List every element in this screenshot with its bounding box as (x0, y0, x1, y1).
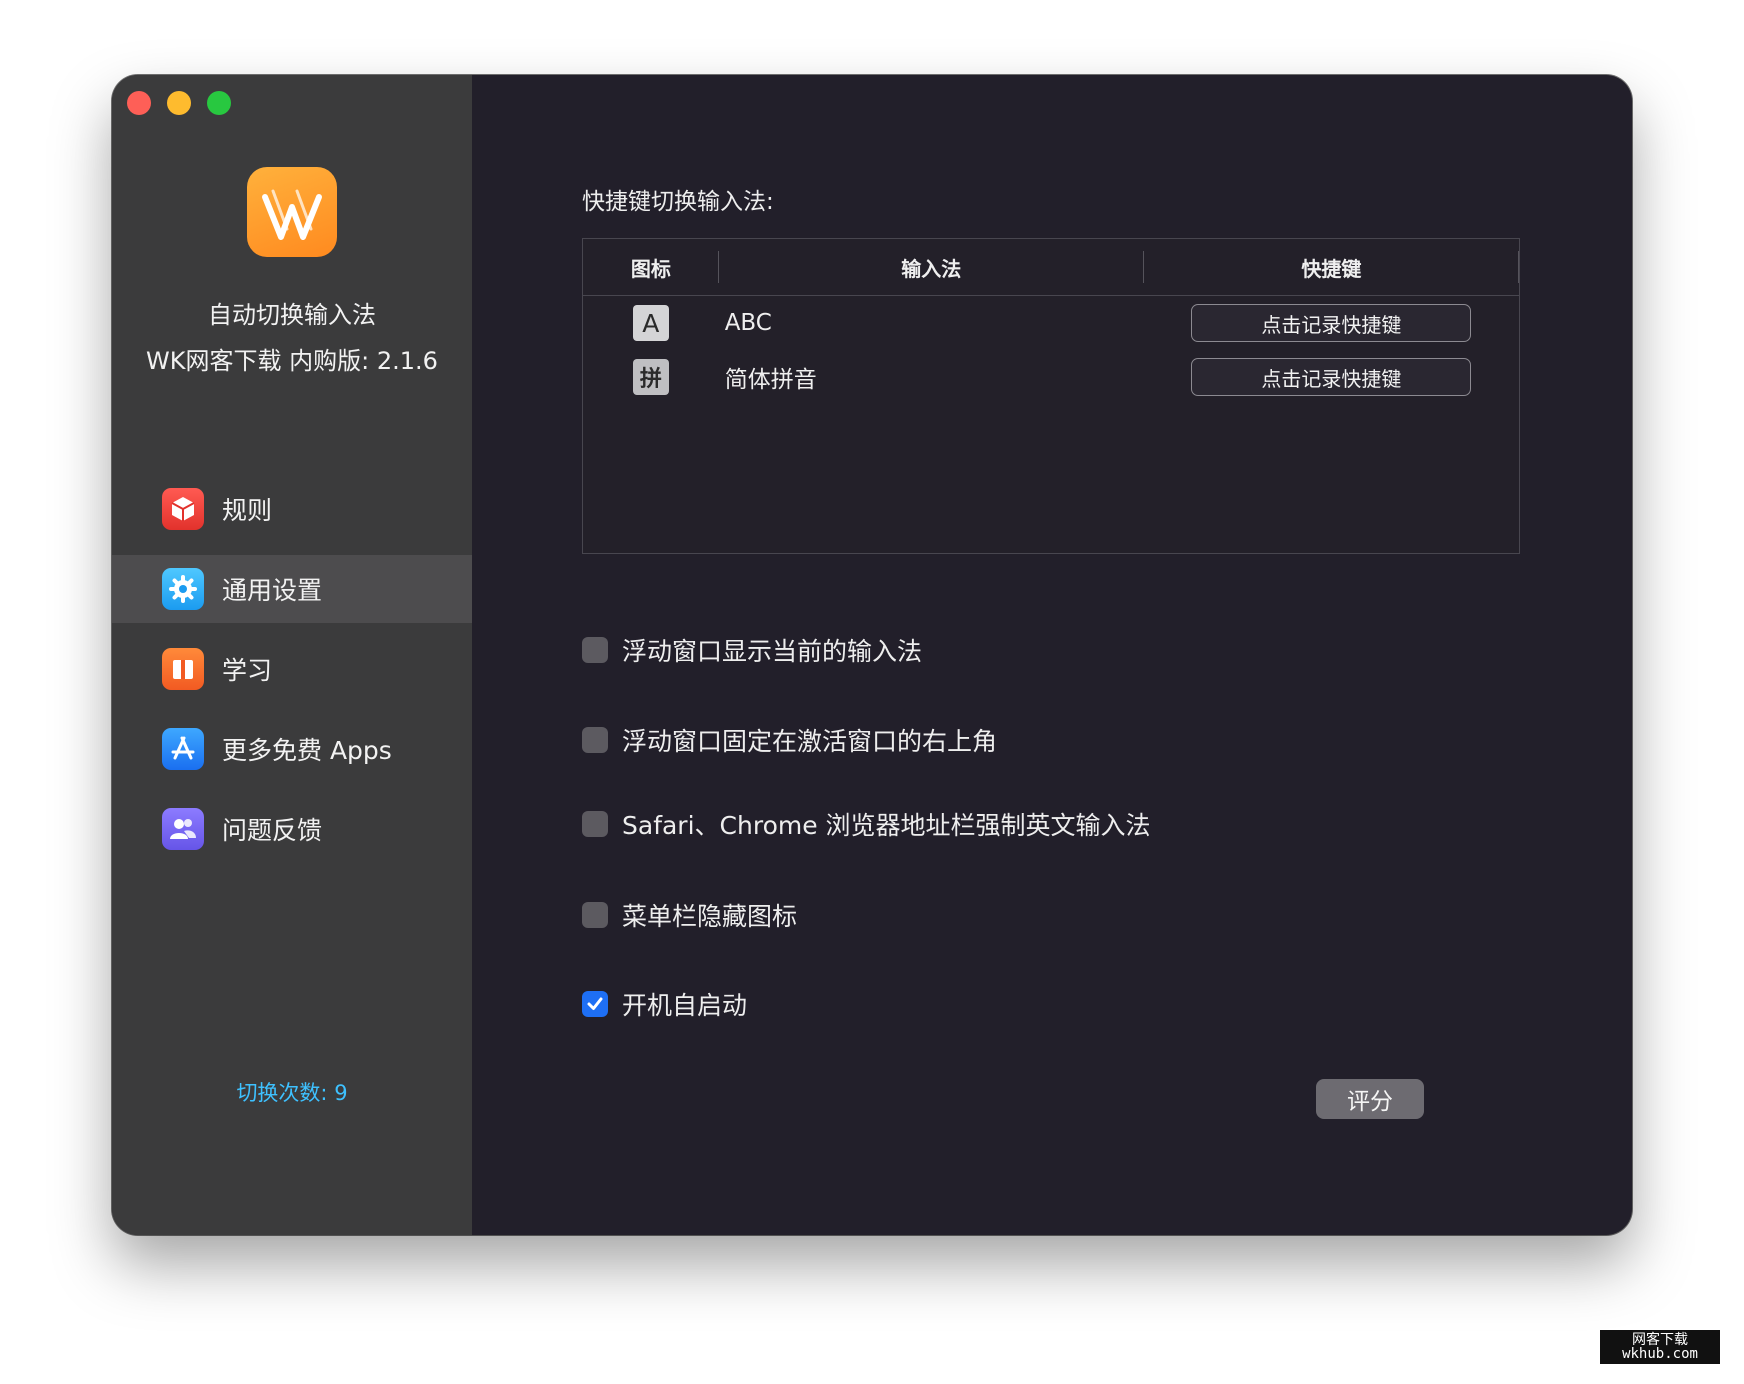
record-shortcut-button[interactable]: 点击记录快捷键 (1191, 358, 1472, 396)
shortcuts-title: 快捷键切换输入法: (582, 189, 774, 215)
cube-icon (162, 488, 204, 530)
app-name: 自动切换输入法 (208, 301, 376, 329)
app-version: WK网客下载 内购版: 2.1.6 (146, 347, 438, 375)
sidebar-item-label: 通用设置 (222, 576, 323, 605)
window-controls (127, 91, 231, 115)
sidebar-item-general-settings[interactable]: 通用设置 (112, 555, 472, 623)
pinyin-input-icon: 拼 (632, 359, 669, 395)
sidebar-item-rules[interactable]: 规则 (112, 475, 472, 543)
checkbox[interactable] (582, 902, 608, 928)
checkmark-icon (587, 997, 603, 1010)
table-header: 图标 输入法 快捷键 (583, 239, 1520, 296)
sidebar-item-learn[interactable]: 学习 (112, 635, 472, 703)
option-browser-force-english[interactable]: Safari、Chrome 浏览器地址栏强制英文输入法 (582, 806, 1151, 842)
sidebar-nav: 规则 通用设置 学习 更多免费 Apps 问题反馈 (112, 475, 472, 875)
column-header-icon[interactable]: 图标 (583, 239, 719, 295)
main-panel: 快捷键切换输入法: 图标 输入法 快捷键 A ABC 点击记录快捷键 拼 简体拼… (472, 75, 1632, 1235)
sidebar-item-label: 学习 (222, 656, 273, 685)
option-label: 浮动窗口固定在激活窗口的右上角 (622, 727, 998, 756)
table-row[interactable]: 拼 简体拼音 点击记录快捷键 (583, 350, 1519, 404)
option-label: 浮动窗口显示当前的输入法 (622, 637, 923, 666)
sidebar-item-label: 问题反馈 (222, 816, 323, 845)
option-hide-menubar-icon[interactable]: 菜单栏隐藏图标 (582, 897, 797, 933)
users-icon (162, 808, 204, 850)
checkbox-checked[interactable] (582, 991, 608, 1017)
option-floating-window-pin[interactable]: 浮动窗口固定在激活窗口的右上角 (582, 722, 997, 758)
record-shortcut-button[interactable]: 点击记录快捷键 (1191, 304, 1472, 342)
shortcuts-table: 图标 输入法 快捷键 A ABC 点击记录快捷键 拼 简体拼音 点击记录快捷键 (582, 238, 1520, 554)
zoom-window-button[interactable] (207, 91, 231, 115)
column-header-shortcut[interactable]: 快捷键 (1144, 239, 1520, 295)
sidebar-item-label: 规则 (222, 496, 273, 525)
table-row[interactable]: A ABC 点击记录快捷键 (583, 296, 1519, 350)
option-label: 开机自启动 (622, 991, 748, 1020)
watermark: 网客下载 wkhub.com (1600, 1330, 1720, 1364)
option-floating-window-show[interactable]: 浮动窗口显示当前的输入法 (582, 632, 922, 668)
sidebar-item-feedback[interactable]: 问题反馈 (112, 795, 472, 863)
input-method-name: 简体拼音 (724, 367, 817, 393)
column-header-input-method[interactable]: 输入法 (719, 239, 1144, 295)
checkbox[interactable] (582, 727, 608, 753)
app-window: 自动切换输入法 WK网客下载 内购版: 2.1.6 规则 通用设置 学习 更多免… (112, 75, 1632, 1235)
sidebar-item-more-apps[interactable]: 更多免费 Apps (112, 715, 472, 783)
option-label: 菜单栏隐藏图标 (622, 902, 798, 931)
abc-input-icon: A (632, 305, 669, 341)
checkbox[interactable] (582, 637, 608, 663)
gear-icon (162, 568, 204, 610)
checkbox[interactable] (582, 811, 608, 837)
switch-count: 切换次数: 9 (236, 1081, 348, 1105)
option-launch-at-login[interactable]: 开机自启动 (582, 986, 747, 1022)
input-method-name: ABC (724, 310, 772, 336)
sidebar-item-label: 更多免费 Apps (222, 736, 392, 765)
book-icon (162, 648, 204, 690)
option-label: Safari、Chrome 浏览器地址栏强制英文输入法 (622, 811, 1151, 840)
close-window-button[interactable] (127, 91, 151, 115)
rate-button[interactable]: 评分 (1316, 1079, 1424, 1119)
minimize-window-button[interactable] (167, 91, 191, 115)
app-store-icon (162, 728, 204, 770)
sidebar: 自动切换输入法 WK网客下载 内购版: 2.1.6 规则 通用设置 学习 更多免… (112, 75, 472, 1235)
app-logo-icon (247, 167, 337, 257)
